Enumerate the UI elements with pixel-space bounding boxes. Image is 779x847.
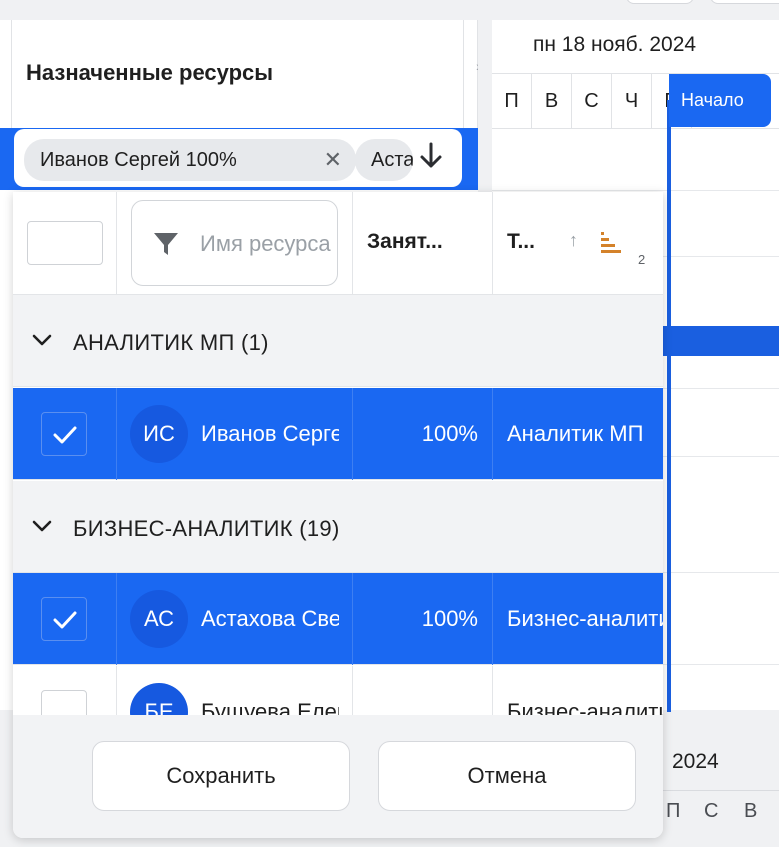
timeline-row-line xyxy=(492,190,779,191)
sort-ascending-icon[interactable]: ↑ xyxy=(569,230,578,251)
group-row[interactable]: БИЗНЕС-АНАЛИТИК (19) xyxy=(13,481,663,573)
timeline-day: С xyxy=(704,800,719,822)
column-divider xyxy=(492,388,493,480)
row-gutter xyxy=(0,20,12,128)
resource-name: Иванов Сергей xyxy=(201,421,339,446)
resource-table-header: Имя ресурса Занят... Т... ↑ 2 xyxy=(13,192,663,295)
resource-row[interactable]: ИС Иванов Сергей 100% Аналитик МП xyxy=(13,388,663,480)
chevron-down-icon[interactable] xyxy=(31,515,53,537)
timeline-day: В xyxy=(532,74,572,128)
timeline-divider xyxy=(663,790,779,791)
toolbar-button[interactable] xyxy=(626,0,694,4)
chevron-down-icon[interactable] xyxy=(31,329,53,351)
timeline-year: 2024 xyxy=(672,750,719,773)
column-resizer[interactable] xyxy=(464,20,478,128)
resource-chip[interactable]: Иванов Сергей 100% ✕ xyxy=(24,139,356,181)
toolbar-button[interactable] xyxy=(710,0,779,4)
column-divider xyxy=(352,192,353,295)
resource-occupancy: 100% xyxy=(421,606,478,631)
resource-type: Бизнес-аналитик xyxy=(507,699,663,715)
cancel-button[interactable]: Отмена xyxy=(378,741,636,811)
resource-chip[interactable]: Астахова Светлана 100% xyxy=(355,139,413,181)
column-divider xyxy=(116,666,117,715)
column-divider xyxy=(116,388,117,480)
resource-chip-label: Астахова Светлана 100% xyxy=(371,149,413,171)
column-header-title: Назначенные ресурсы xyxy=(26,60,274,85)
resource-chip-label: Иванов Сергей 100% xyxy=(40,149,237,171)
dropdown-footer: Сохранить Отмена xyxy=(13,715,663,838)
type-column-header[interactable]: Т... xyxy=(507,230,535,254)
resource-tag-input[interactable]: Иванов Сергей 100% ✕ Астахова Светлана 1… xyxy=(14,129,462,187)
row-checkbox[interactable] xyxy=(41,690,87,715)
resource-type: Аналитик МП xyxy=(507,421,644,446)
resource-row[interactable]: АС Астахова Светлана 100% Бизнес-аналити… xyxy=(13,573,663,665)
column-divider xyxy=(116,192,117,295)
select-all-checkbox[interactable] xyxy=(27,221,103,265)
group-row[interactable]: АНАЛИТИК МП (1) xyxy=(13,295,663,387)
resource-type: Бизнес-аналитик xyxy=(507,606,663,631)
resource-picker-dropdown: Имя ресурса Занят... Т... ↑ 2 АНАЛИТИК М… xyxy=(13,192,663,838)
avatar: БЕ xyxy=(130,683,188,715)
save-button[interactable]: Сохранить xyxy=(92,741,350,811)
project-start-line xyxy=(667,100,671,712)
column-divider xyxy=(352,666,353,715)
timeline-day: В xyxy=(744,800,758,822)
timeline-day: П xyxy=(666,800,681,822)
resource-occupancy: 100% xyxy=(421,421,478,446)
name-filter-placeholder: Имя ресурса xyxy=(200,231,331,256)
sort-order-number: 2 xyxy=(638,252,646,267)
timeline-date-header: пн 18 нояб. 2024 xyxy=(533,33,697,56)
resource-row[interactable]: БЕ Бущуева Елена Бизнес-аналитик xyxy=(13,666,663,715)
resource-name: Бущуева Елена xyxy=(201,699,339,715)
group-label: БИЗНЕС-АНАЛИТИК (19) xyxy=(73,516,340,541)
avatar: ИС xyxy=(130,405,188,463)
row-checkbox[interactable] xyxy=(41,412,87,456)
avatar: АС xyxy=(130,590,188,648)
sort-order-icon xyxy=(601,232,621,253)
checkmark-icon xyxy=(53,611,77,629)
resource-name: Астахова Светлана xyxy=(201,606,339,631)
column-divider xyxy=(492,666,493,715)
close-icon[interactable]: ✕ xyxy=(324,139,342,181)
gantt-task-bar[interactable] xyxy=(663,326,779,356)
row-checkbox[interactable] xyxy=(41,597,87,641)
timeline-day: С xyxy=(572,74,612,128)
timeline-day: П xyxy=(492,74,532,128)
group-label: АНАЛИТИК МП (1) xyxy=(73,330,269,355)
checkmark-icon xyxy=(53,426,77,444)
timeline-day: Ч xyxy=(612,74,652,128)
timeline-divider xyxy=(492,128,779,129)
resource-list-scroll[interactable]: Имя ресурса Занят... Т... ↑ 2 АНАЛИТИК М… xyxy=(13,192,663,715)
filter-icon xyxy=(154,233,178,255)
occupancy-column-header[interactable]: Занят... xyxy=(367,230,443,254)
name-filter-input[interactable]: Имя ресурса xyxy=(131,200,338,286)
column-divider xyxy=(492,192,493,295)
column-divider xyxy=(116,573,117,665)
project-start-badge: Начало xyxy=(669,74,771,127)
column-divider xyxy=(492,573,493,665)
arrow-down-icon[interactable] xyxy=(418,141,444,179)
